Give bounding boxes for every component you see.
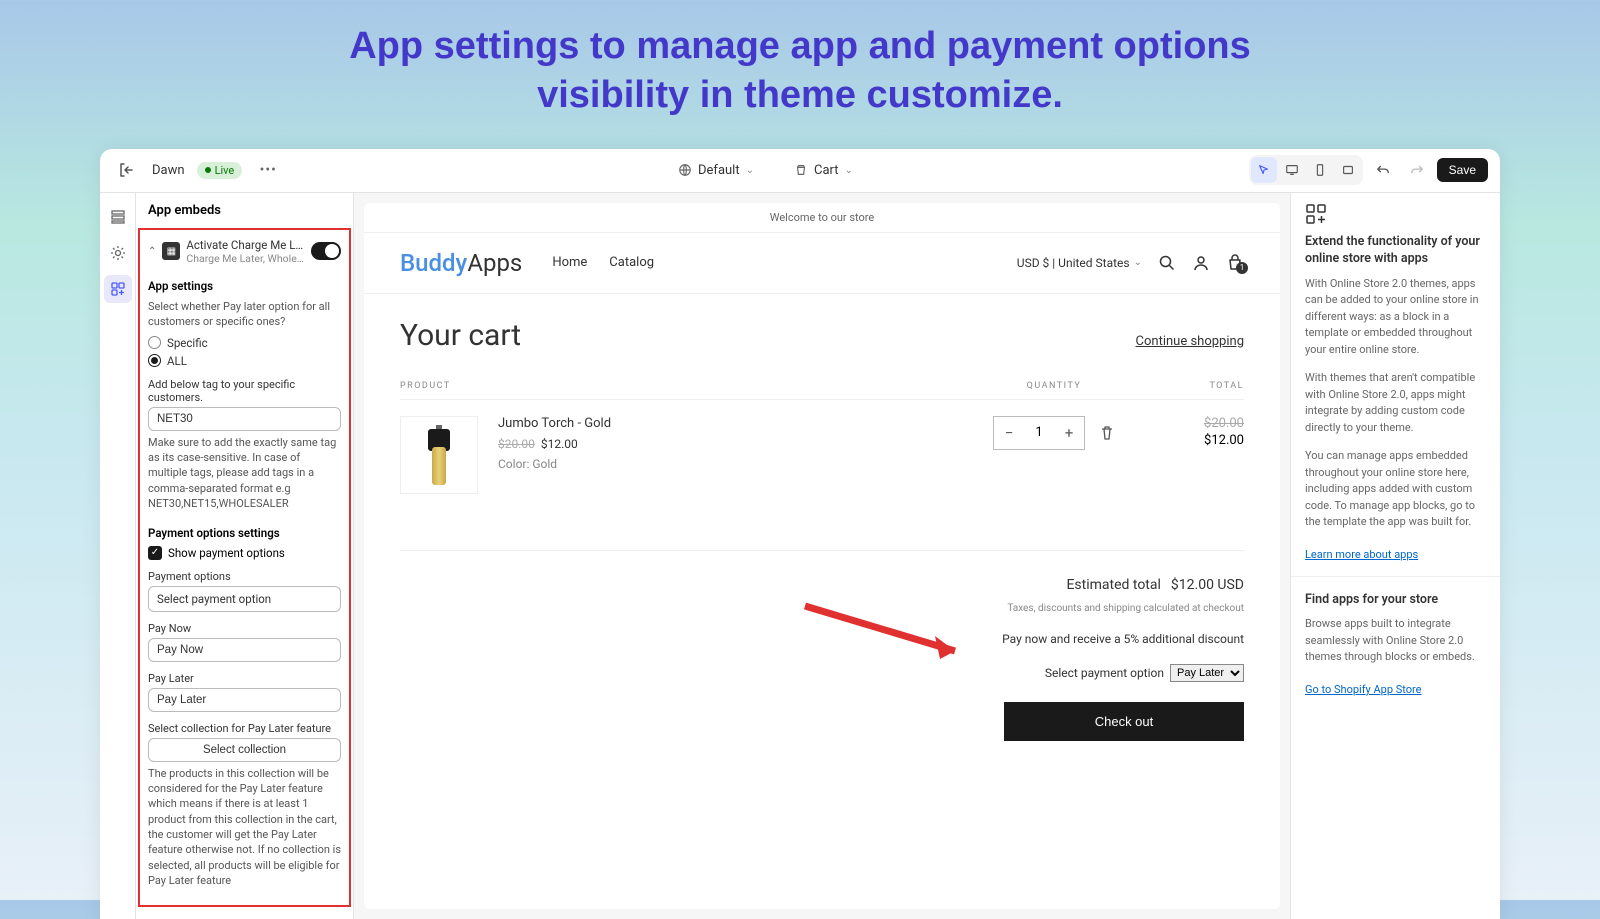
currency-selector[interactable]: USD $ | United States⌄ [1017, 256, 1142, 270]
cart-table-header: PRODUCT QUANTITY TOTAL [400, 381, 1244, 399]
app-store-link[interactable]: Go to Shopify App Store [1305, 683, 1421, 696]
tag-input[interactable] [148, 407, 341, 431]
nav-catalog[interactable]: Catalog [609, 255, 654, 270]
account-icon[interactable] [1192, 254, 1210, 272]
product-old-price: $20.00 [498, 437, 535, 451]
product-variant: Color: Gold [498, 457, 954, 471]
cart-title: Your cart [400, 318, 521, 353]
paynow-label: Pay Now [148, 622, 341, 635]
paynow-input[interactable] [148, 638, 341, 662]
product-image [400, 416, 478, 494]
qty-value[interactable]: 1 [1024, 425, 1054, 440]
save-button[interactable]: Save [1437, 158, 1488, 182]
product-name[interactable]: Jumbo Torch - Gold [498, 416, 954, 431]
search-icon[interactable] [1158, 254, 1176, 272]
theme-settings-icon[interactable] [104, 239, 132, 267]
select-collection-button[interactable]: Select collection [148, 738, 341, 762]
radio-specific[interactable]: Specific [148, 336, 341, 350]
payment-options-label: Payment options [148, 570, 341, 583]
chevron-down-icon[interactable]: ⌃ [148, 246, 156, 257]
cart-item: Jumbo Torch - Gold $20.00 $12.00 Color: G… [400, 399, 1244, 510]
embed-name: Activate Charge Me Later [186, 238, 305, 252]
panel-title: App embeds [136, 193, 353, 228]
apps-grid-icon [1305, 203, 1486, 225]
app-settings-highlight: ⌃ ▦ Activate Charge Me Later Charge Me L… [138, 228, 351, 907]
paylater-input[interactable] [148, 688, 341, 712]
paylater-label: Pay Later [148, 672, 341, 685]
cart-totals: Estimated total$12.00 USD Taxes, discoun… [400, 550, 1244, 741]
rp-para-3: You can manage apps embedded throughout … [1305, 448, 1486, 531]
exit-icon[interactable] [112, 156, 140, 184]
right-panel: Extend the functionality of your online … [1290, 193, 1500, 919]
embed-sub: Charge Me Later, Wholesal... [186, 252, 305, 265]
app-settings-heading: App settings [148, 279, 341, 293]
product-price: $12.00 [541, 437, 578, 451]
rp-para-4: Browse apps built to integrate seamlessl… [1305, 616, 1486, 666]
quantity-stepper: − 1 + [993, 416, 1085, 450]
store-preview: Welcome to our store BuddyApps Home Cata… [364, 203, 1280, 909]
theme-name: Dawn [152, 163, 185, 178]
nav-links: Home Catalog [552, 255, 654, 270]
remove-item-icon[interactable] [1099, 425, 1115, 441]
left-panel: App embeds ⌃ ▦ Activate Charge Me Later … [136, 193, 354, 919]
theme-editor-window: Dawn Live ••• Default⌄ Cart⌄ Save [100, 149, 1500, 919]
collection-label: Select collection for Pay Later feature [148, 722, 341, 735]
payment-options-heading: Payment options settings [148, 526, 341, 540]
callout-arrow-icon [800, 601, 980, 671]
tag-help: Make sure to add the exactly same tag as… [148, 435, 341, 512]
template-selector[interactable]: Default⌄ [678, 163, 754, 178]
learn-more-link[interactable]: Learn more about apps [1305, 548, 1418, 561]
desktop-icon[interactable] [1279, 157, 1305, 183]
qty-minus-button[interactable]: − [994, 417, 1024, 449]
preview-canvas: Welcome to our store BuddyApps Home Cata… [354, 193, 1290, 919]
top-bar: Dawn Live ••• Default⌄ Cart⌄ Save [100, 149, 1500, 193]
estimated-total: $12.00 USD [1171, 577, 1244, 593]
embed-toggle[interactable] [311, 242, 341, 260]
cart-badge: 1 [1236, 262, 1248, 274]
tag-label: Add below tag to your specific customers… [148, 378, 341, 404]
app-icon: ▦ [162, 242, 180, 260]
rp-heading-2: Find apps for your store [1305, 591, 1486, 609]
qty-plus-button[interactable]: + [1054, 417, 1084, 449]
checkout-button[interactable]: Check out [1004, 702, 1244, 741]
rp-para-2: With themes that aren't compatible with … [1305, 370, 1486, 436]
checkout-settings-heading: Pay later checkout settings [136, 915, 353, 919]
sections-icon[interactable] [104, 203, 132, 231]
hero-title: App settings to manage app and payment o… [0, 0, 1600, 149]
page-selector[interactable]: Cart⌄ [794, 163, 853, 178]
payment-select[interactable]: Pay Later [1170, 664, 1244, 682]
mobile-icon[interactable] [1307, 157, 1333, 183]
live-badge: Live [197, 162, 243, 179]
announcement-bar: Welcome to our store [364, 203, 1280, 233]
payment-options-select[interactable]: Select payment option [148, 586, 341, 612]
collection-help: The products in this collection will be … [148, 766, 341, 889]
payment-select-label: Select payment option [1045, 666, 1164, 680]
nav-home[interactable]: Home [552, 255, 587, 270]
left-icon-rail [100, 193, 136, 919]
radio-all[interactable]: ALL [148, 354, 341, 368]
rp-para-1: With Online Store 2.0 themes, apps can b… [1305, 276, 1486, 359]
line-old-price: $20.00 [1154, 416, 1244, 431]
inspector-icon[interactable] [1251, 157, 1277, 183]
line-price: $12.00 [1204, 433, 1244, 448]
continue-shopping-link[interactable]: Continue shopping [1136, 334, 1244, 349]
device-preview-group [1249, 155, 1363, 185]
more-icon[interactable]: ••• [254, 156, 282, 184]
store-logo: BuddyApps [400, 249, 522, 277]
undo-icon[interactable] [1369, 156, 1397, 184]
pay-later-question: Select whether Pay later option for all … [148, 299, 341, 330]
show-payment-checkbox[interactable]: ✓Show payment options [148, 546, 341, 560]
store-header: BuddyApps Home Catalog USD $ | United St… [364, 233, 1280, 294]
cart-icon[interactable]: 1 [1226, 254, 1244, 272]
app-embeds-icon[interactable] [104, 275, 132, 303]
rp-heading-1: Extend the functionality of your online … [1305, 233, 1486, 268]
fullwidth-icon[interactable] [1335, 157, 1361, 183]
redo-icon[interactable] [1403, 156, 1431, 184]
